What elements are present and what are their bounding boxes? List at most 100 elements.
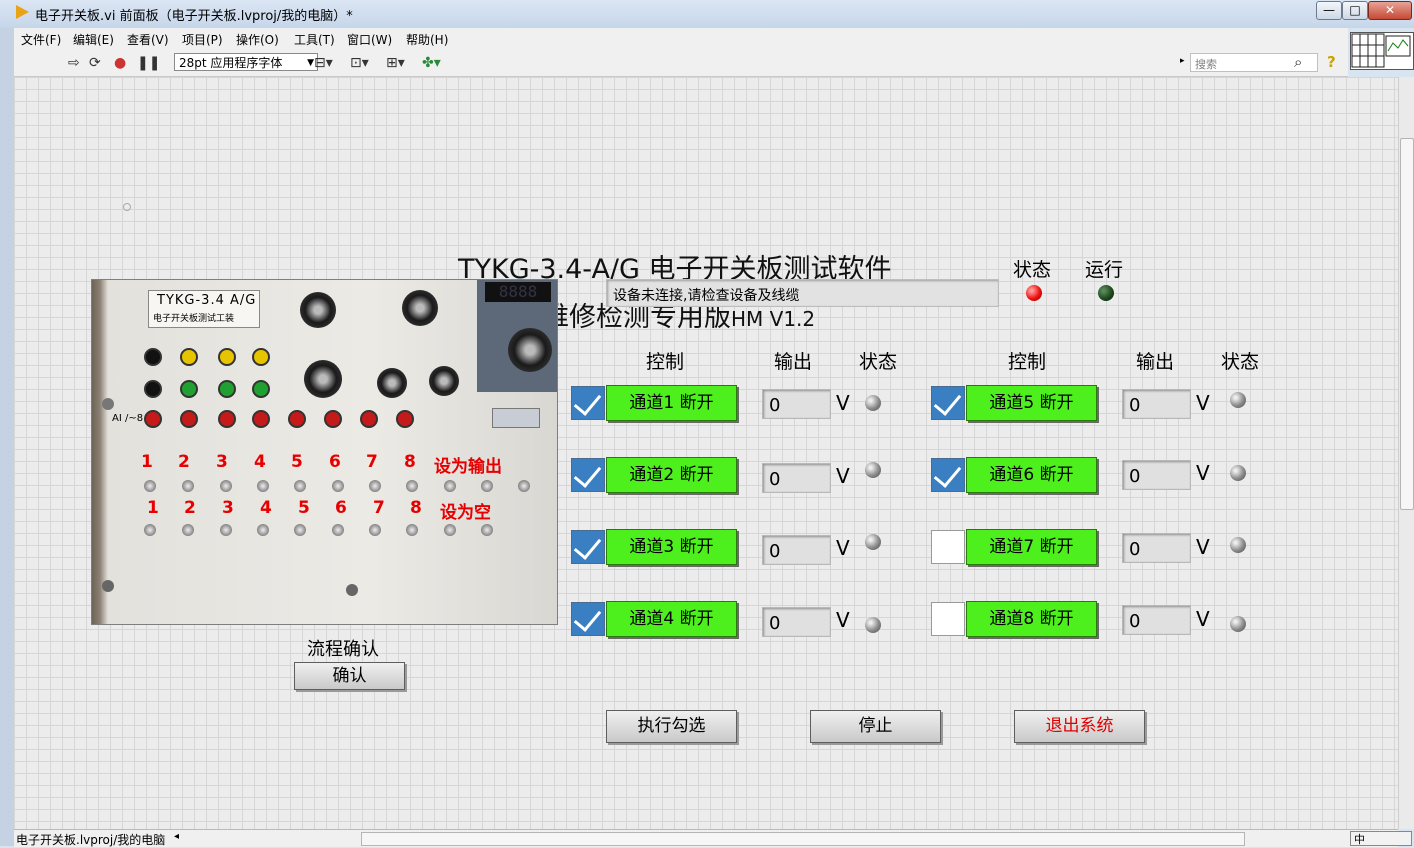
toggle-switch [220, 480, 232, 492]
toggle-switch [257, 480, 269, 492]
channel-2-button[interactable]: 通道2 断开 [606, 457, 737, 493]
menu-window[interactable]: 窗口(W) [347, 31, 392, 48]
minimize-button[interactable]: — [1316, 1, 1342, 20]
channel-8-checkbox[interactable] [931, 602, 965, 636]
toggle-switch [518, 480, 530, 492]
toggle-switch [294, 480, 306, 492]
status-led-label: 状态 [1013, 259, 1052, 281]
channel-7-button[interactable]: 通道7 断开 [966, 529, 1097, 565]
flow-confirm-label: 流程确认 [307, 639, 379, 660]
row2-number: 2 [184, 498, 196, 518]
menu-project[interactable]: 项目(P) [182, 31, 223, 48]
ext-jack [252, 380, 270, 398]
row2-number: 8 [410, 498, 422, 518]
toggle-switch [369, 480, 381, 492]
menu-edit[interactable]: 编辑(E) [73, 31, 114, 48]
channel-5-unit: V [1196, 391, 1210, 415]
channel-3-unit: V [836, 536, 850, 560]
reorder-icon[interactable]: ✤▾ [422, 55, 441, 71]
maximize-button[interactable]: □ [1342, 1, 1368, 20]
menu-help[interactable]: 帮助(H) [406, 31, 448, 48]
confirm-button[interactable]: 确认 [294, 662, 405, 690]
abort-icon[interactable]: ● [114, 55, 126, 71]
row2-number: 4 [260, 498, 272, 518]
row1-number: 3 [216, 452, 228, 472]
execute-selected-button[interactable]: 执行勾选 [606, 710, 737, 743]
connector-pane-grid [1351, 33, 1411, 68]
channel-5-output: 0 [1122, 389, 1191, 419]
toggle-switch [332, 480, 344, 492]
channel-5-status-led [1230, 392, 1246, 408]
chevron-left-icon[interactable]: ◂ [174, 831, 179, 842]
channel-7-checkbox[interactable] [931, 530, 965, 564]
status-bar: 电子开关板.lvproj/我的电脑 ◂ [14, 829, 1398, 847]
output-header-right: 输出 [1136, 351, 1175, 373]
channel-2-status-led [865, 462, 881, 478]
channel-2-unit: V [836, 464, 850, 488]
channel-3-button[interactable]: 通道3 断开 [606, 529, 737, 565]
ai-jack [360, 410, 378, 428]
board-label: TYKG-3.4 A/G [157, 293, 257, 308]
channel-6-button[interactable]: 通道6 断开 [966, 457, 1097, 493]
menu-view[interactable]: 查看(V) [127, 31, 169, 48]
menu-file[interactable]: 文件(F) [21, 31, 61, 48]
channel-1-checkbox[interactable] [571, 386, 605, 420]
ai-jack [144, 410, 162, 428]
menu-operate[interactable]: 操作(O) [236, 31, 279, 48]
checkmark-icon [573, 387, 602, 416]
labview-vi-icon [16, 5, 29, 19]
chevron-right-icon[interactable]: ▸ [1180, 56, 1185, 66]
ime-language: 中 [1354, 833, 1365, 846]
resize-objects-icon[interactable]: ⊞▾ [386, 55, 405, 71]
segment-display: 8888 [485, 282, 551, 302]
channel-5-checkbox[interactable] [931, 386, 965, 420]
close-button[interactable]: ✕ [1368, 1, 1412, 20]
toggle-switch [406, 524, 418, 536]
pause-icon[interactable]: ❚❚ [137, 55, 160, 71]
row2-number: 3 [222, 498, 234, 518]
gnd-jack [144, 380, 162, 398]
chevron-down-icon: ▼ [307, 58, 314, 68]
ai-label: AI /~8 [112, 413, 144, 424]
window-left-edge [0, 28, 14, 846]
channel-1-button[interactable]: 通道1 断开 [606, 385, 737, 421]
align-objects-icon[interactable]: ⊟▾ [314, 55, 333, 71]
channel-8-status-led [1230, 616, 1246, 632]
font-select[interactable]: 28pt 应用程序字体 ▼ [174, 53, 318, 71]
distribute-objects-icon[interactable]: ⊡▾ [350, 55, 369, 71]
channel-4-checkbox[interactable] [571, 602, 605, 636]
stop-button[interactable]: 停止 [810, 710, 941, 743]
row1-number: 8 [404, 452, 416, 472]
ime-indicator[interactable]: 中 [1350, 831, 1412, 846]
toggle-switch [481, 480, 493, 492]
menu-tools[interactable]: 工具(T) [294, 31, 335, 48]
channel-2-checkbox[interactable] [571, 458, 605, 492]
run-arrow-icon[interactable]: ⇨ [68, 55, 80, 71]
aout-jack [252, 348, 270, 366]
ai-jack [252, 410, 270, 428]
subtitle-version: HM V1.2 [731, 307, 816, 331]
channel-3-checkbox[interactable] [571, 530, 605, 564]
mounting-screw [102, 580, 114, 592]
row1-number: 6 [329, 452, 341, 472]
channel-5-button[interactable]: 通道5 断开 [966, 385, 1097, 421]
di1-jack [218, 380, 236, 398]
channel-4-button[interactable]: 通道4 断开 [606, 601, 737, 637]
vertical-scrollbar-thumb[interactable] [1400, 138, 1414, 510]
search-icon[interactable]: ⌕ [1294, 53, 1302, 71]
row1-number: 5 [291, 452, 303, 472]
channel-1-status-led [865, 395, 881, 411]
do-jack [180, 380, 198, 398]
status-message-indicator: 设备未连接,请检查设备及线缆 [606, 279, 999, 307]
row2-number: 7 [373, 498, 385, 518]
vi-connector-pane-icon[interactable] [1350, 32, 1414, 70]
exit-system-button[interactable]: 退出系统 [1014, 710, 1145, 743]
horizontal-scrollbar-thumb[interactable] [361, 832, 1245, 846]
help-icon[interactable]: ? [1327, 53, 1336, 71]
gnd-jack [144, 348, 162, 366]
channel-8-button[interactable]: 通道8 断开 [966, 601, 1097, 637]
run-continuous-icon[interactable]: ⟳ [89, 55, 101, 71]
row2-number: 1 [147, 498, 159, 518]
search-placeholder: 搜索 [1195, 58, 1217, 71]
channel-6-checkbox[interactable] [931, 458, 965, 492]
